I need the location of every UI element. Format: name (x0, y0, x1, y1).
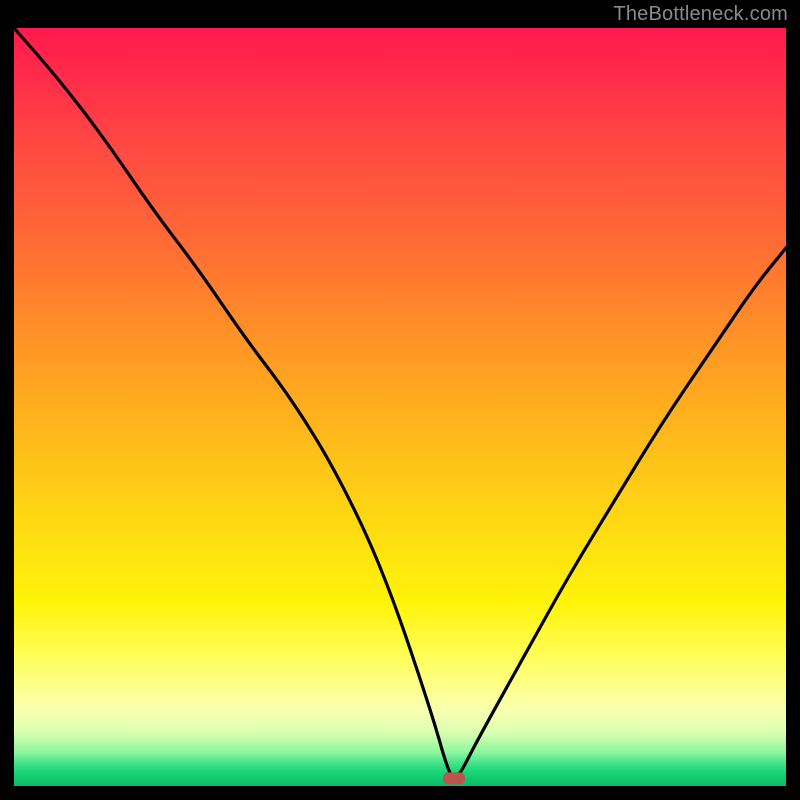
chart-frame: TheBottleneck.com (0, 0, 800, 800)
bottleneck-curve (14, 28, 786, 778)
plot-svg (14, 28, 786, 786)
watermark-text: TheBottleneck.com (613, 3, 788, 26)
optimal-point-marker (443, 772, 465, 784)
plot-area (14, 28, 786, 786)
